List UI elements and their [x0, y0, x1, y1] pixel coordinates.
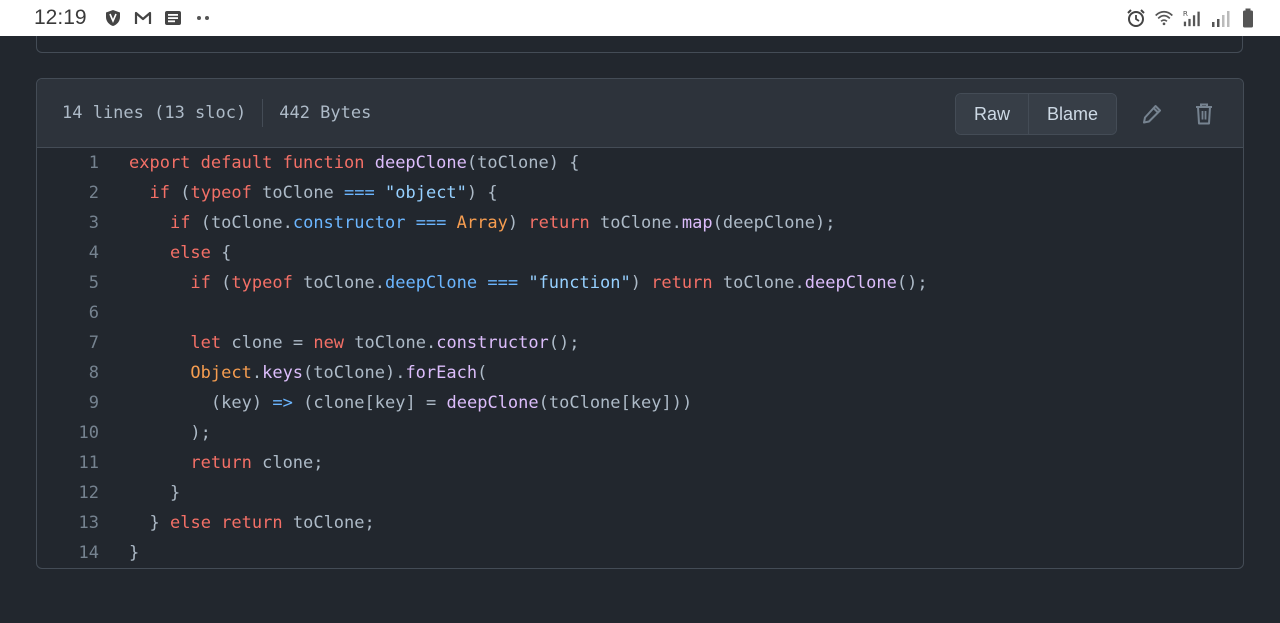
wifi-icon	[1154, 8, 1174, 28]
signal-r-icon: R	[1182, 8, 1202, 28]
code-line: 1 export default function deepClone(toClo…	[37, 148, 1243, 178]
code-line: 10 );	[37, 418, 1243, 448]
trash-icon[interactable]	[1187, 97, 1221, 131]
pencil-icon[interactable]	[1135, 97, 1169, 131]
code-line: 6	[37, 298, 1243, 328]
file-header: 14 lines (13 sloc) 442 Bytes Raw Blame	[37, 79, 1243, 148]
code-content: export default function deepClone(toClon…	[129, 153, 580, 173]
alarm-icon	[1126, 8, 1146, 28]
code-content: }	[129, 543, 140, 563]
code-line: 9 (key) => (clone[key] = deepClone(toClo…	[37, 388, 1243, 418]
code-line: 11 return clone;	[37, 448, 1243, 478]
line-number[interactable]: 3	[37, 213, 99, 233]
line-number[interactable]: 14	[37, 543, 99, 563]
line-number[interactable]: 4	[37, 243, 99, 263]
signal-icon	[1210, 8, 1230, 28]
news-icon	[163, 8, 183, 28]
code-line: 14}	[37, 538, 1243, 568]
line-number[interactable]: 6	[37, 303, 99, 323]
code-content: let clone = new toClone.constructor();	[190, 333, 580, 353]
file-viewer: 14 lines (13 sloc) 442 Bytes Raw Blame 1…	[36, 78, 1244, 569]
line-number[interactable]: 11	[37, 453, 99, 473]
code-content: if (typeof toClone.deepClone === "functi…	[190, 273, 928, 293]
code-line: 13 } else return toClone;	[37, 508, 1243, 538]
svg-text:R: R	[1183, 9, 1188, 18]
battery-icon	[1238, 8, 1258, 28]
file-info: 14 lines (13 sloc) 442 Bytes	[37, 99, 371, 127]
code-content: else {	[169, 243, 232, 263]
code-block: 1 export default function deepClone(toClo…	[37, 148, 1243, 568]
code-content: return clone;	[190, 453, 324, 473]
line-number[interactable]: 1	[37, 153, 99, 173]
code-line: 8 Object.keys(toClone).forEach(	[37, 358, 1243, 388]
code-content: }	[169, 483, 181, 503]
line-number[interactable]: 5	[37, 273, 99, 293]
lines-count: 14 lines (13 sloc)	[62, 103, 247, 123]
line-number[interactable]: 10	[37, 423, 99, 443]
line-number[interactable]: 8	[37, 363, 99, 383]
shield-icon	[103, 8, 123, 28]
code-line: 4 else {	[37, 238, 1243, 268]
code-line: 7 let clone = new toClone.constructor();	[37, 328, 1243, 358]
more-dots-icon	[193, 8, 213, 28]
line-number[interactable]: 9	[37, 393, 99, 413]
raw-button[interactable]: Raw	[955, 94, 1028, 134]
code-content: if (toClone.constructor === Array) retur…	[169, 213, 836, 233]
file-actions: Raw Blame	[954, 93, 1221, 135]
code-line: 5 if (typeof toClone.deepClone === "func…	[37, 268, 1243, 298]
code-content: if (typeof toClone === "object") {	[149, 183, 498, 203]
status-time: 12:19	[34, 6, 87, 29]
code-line: 2 if (typeof toClone === "object") {	[37, 178, 1243, 208]
code-line: 12 }	[37, 478, 1243, 508]
status-bar: 12:19 R	[0, 0, 1280, 36]
code-line: 3 if (toClone.constructor === Array) ret…	[37, 208, 1243, 238]
code-content: } else return toClone;	[149, 513, 375, 533]
line-number[interactable]: 7	[37, 333, 99, 353]
line-number[interactable]: 13	[37, 513, 99, 533]
line-number[interactable]: 12	[37, 483, 99, 503]
code-content: );	[190, 423, 211, 443]
blame-button[interactable]: Blame	[1027, 94, 1116, 134]
code-content: Object.keys(toClone).forEach(	[190, 363, 488, 383]
view-button-group: Raw Blame	[954, 93, 1117, 135]
file-size: 442 Bytes	[279, 103, 372, 123]
code-content: (key) => (clone[key] = deepClone(toClone…	[210, 393, 693, 413]
info-divider	[262, 99, 264, 127]
line-number[interactable]: 2	[37, 183, 99, 203]
gmail-icon	[133, 8, 153, 28]
